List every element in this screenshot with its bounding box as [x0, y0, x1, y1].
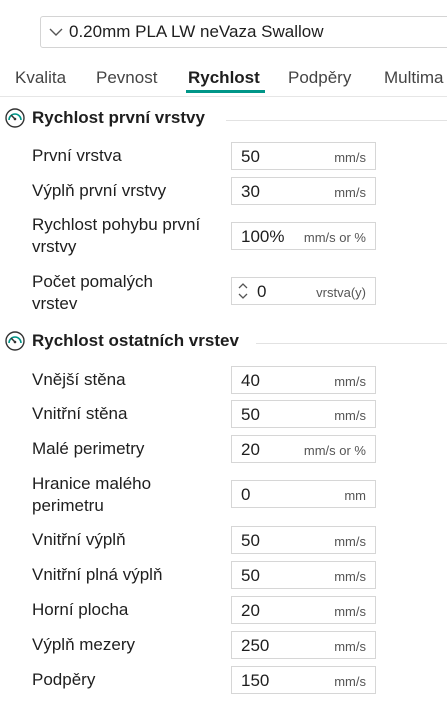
- field-unit: mm/s: [334, 674, 366, 689]
- active-tab-indicator: [186, 90, 265, 93]
- first-layer-speed-input[interactable]: 50 mm/s: [231, 142, 376, 170]
- tab-podpery[interactable]: Podpěry: [288, 68, 351, 88]
- inner-wall-speed-input[interactable]: 50 mm/s: [231, 400, 376, 428]
- field-unit: mm/s: [334, 408, 366, 423]
- first-layer-infill-speed-input[interactable]: 30 mm/s: [231, 177, 376, 205]
- section-divider: [226, 120, 447, 121]
- setting-label: Počet pomalých vrstev: [32, 272, 153, 313]
- chevron-down-icon: [45, 28, 67, 37]
- field-value: 50: [241, 566, 260, 585]
- field-unit: vrstva(y): [316, 285, 366, 300]
- top-surface-speed-input[interactable]: 20 mm/s: [231, 596, 376, 624]
- field-unit: mm/s: [334, 150, 366, 165]
- field-value: 30: [241, 182, 260, 201]
- section-divider: [256, 343, 447, 344]
- solid-infill-speed-input[interactable]: 50 mm/s: [231, 561, 376, 589]
- tab-bar: Kvalita Pevnost Rychlost Podpěry Multima: [0, 62, 447, 97]
- section-other-layers-speed: Rychlost ostatních vrstev: [0, 329, 447, 355]
- setting-label: Výplň první vrstvy: [32, 181, 167, 200]
- setting-label: Vnitřní plná výplň: [32, 565, 163, 584]
- field-value: 50: [241, 147, 260, 166]
- field-unit: mm/s: [334, 604, 366, 619]
- stepper-arrows-icon[interactable]: [237, 281, 249, 301]
- setting-label: Výplň mezery: [32, 635, 135, 654]
- gap-infill-speed-input[interactable]: 250 mm/s: [231, 631, 376, 659]
- section-title: Rychlost první vrstvy: [32, 108, 205, 127]
- tab-pevnost[interactable]: Pevnost: [96, 68, 157, 88]
- tab-kvalita[interactable]: Kvalita: [15, 68, 66, 88]
- setting-label: Rychlost pohybu první vrstvy: [32, 215, 201, 256]
- field-unit: mm/s or %: [303, 443, 366, 458]
- setting-label: Horní plocha: [32, 600, 129, 619]
- slow-layers-stepper[interactable]: 0 vrstva(y): [231, 277, 376, 305]
- first-layer-travel-speed-input[interactable]: 100% mm/s or %: [231, 222, 376, 250]
- tab-rychlost[interactable]: Rychlost: [188, 68, 260, 88]
- field-unit: mm/s: [334, 534, 366, 549]
- field-value: 150: [241, 671, 270, 690]
- field-unit: mm: [344, 488, 366, 503]
- field-unit: mm/s: [334, 185, 366, 200]
- field-value: 100%: [241, 227, 285, 246]
- field-unit: mm/s or %: [303, 230, 366, 245]
- small-perimeter-threshold-input[interactable]: 0 mm: [231, 480, 376, 508]
- preset-name: 0.20mm PLA LW neVaza Swallow: [69, 22, 324, 41]
- speedometer-icon: [4, 330, 26, 352]
- setting-label: Podpěry: [32, 670, 96, 689]
- outer-wall-speed-input[interactable]: 40 mm/s: [231, 366, 376, 394]
- field-value: 0: [257, 282, 267, 301]
- field-unit: mm/s: [334, 639, 366, 654]
- section-title: Rychlost ostatních vrstev: [32, 331, 239, 350]
- setting-label: Hranice malého perimetru: [32, 474, 152, 515]
- support-speed-input[interactable]: 150 mm/s: [231, 666, 376, 694]
- field-value: 20: [241, 601, 260, 620]
- speedometer-icon: [4, 107, 26, 129]
- field-value: 40: [241, 371, 260, 390]
- field-value: 20: [241, 440, 260, 459]
- setting-label: Vnější stěna: [32, 370, 126, 389]
- field-value: 50: [241, 405, 260, 424]
- field-unit: mm/s: [334, 374, 366, 389]
- sparse-infill-speed-input[interactable]: 50 mm/s: [231, 526, 376, 554]
- setting-label: První vrstva: [32, 146, 122, 165]
- field-value: 50: [241, 531, 260, 550]
- field-value: 250: [241, 636, 270, 655]
- setting-label: Malé perimetry: [32, 439, 145, 458]
- field-unit: mm/s: [334, 569, 366, 584]
- small-perimeter-speed-input[interactable]: 20 mm/s or %: [231, 435, 376, 463]
- setting-label: Vnitřní výplň: [32, 530, 126, 549]
- section-first-layer-speed: Rychlost první vrstvy: [0, 106, 447, 132]
- field-value: 0: [241, 485, 251, 504]
- preset-dropdown[interactable]: 0.20mm PLA LW neVaza Swallow: [40, 16, 447, 48]
- tab-multimaterial[interactable]: Multima: [384, 68, 444, 88]
- setting-label: Vnitřní stěna: [32, 404, 128, 423]
